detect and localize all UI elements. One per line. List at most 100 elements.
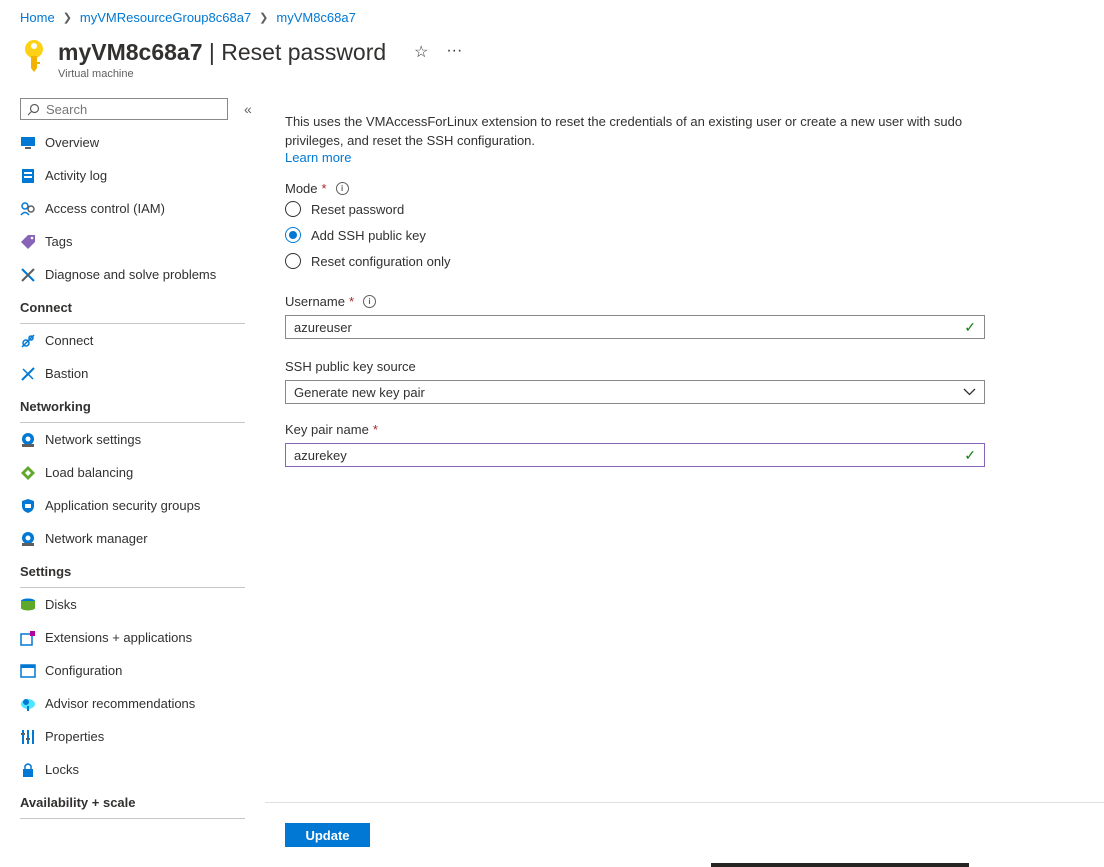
monitor-icon (20, 135, 36, 151)
mode-option-add-ssh-key[interactable]: Add SSH public key (285, 222, 985, 248)
info-icon[interactable]: i (335, 182, 349, 195)
sidebar-item-network-manager[interactable]: Network manager (20, 522, 245, 555)
page-title: myVM8c68a7 | Reset password (58, 38, 386, 66)
load-balancer-icon (20, 465, 36, 481)
sidebar: « Overview Activity log Access control (… (20, 98, 252, 819)
radio-label: Add SSH public key (311, 227, 426, 243)
radio-button[interactable] (285, 201, 301, 217)
sidebar-item-iam[interactable]: Access control (IAM) (20, 192, 245, 225)
sidebar-item-label: Application security groups (45, 498, 201, 513)
keypair-input[interactable] (294, 447, 965, 463)
sidebar-item-label: Locks (45, 762, 79, 777)
username-input[interactable] (294, 319, 965, 335)
more-options-icon[interactable]: ··· (446, 42, 462, 62)
disk-icon (20, 597, 36, 613)
info-icon[interactable]: i (363, 295, 377, 308)
breadcrumb-resource-group[interactable]: myVMResourceGroup8c68a7 (80, 10, 251, 25)
sidebar-item-properties[interactable]: Properties (20, 720, 245, 753)
mode-label-text: Mode (285, 181, 318, 196)
plug-icon (20, 333, 36, 349)
radio-button-selected[interactable] (285, 227, 301, 243)
valid-check-icon: ✓ (964, 318, 976, 335)
advisor-cloud-icon (20, 696, 36, 712)
sidebar-item-locks[interactable]: Locks (20, 753, 245, 786)
sidebar-search[interactable] (20, 98, 228, 120)
network-icon (20, 432, 36, 448)
breadcrumb: Home ❯ myVMResourceGroup8c68a7 ❯ myVM8c6… (20, 10, 356, 25)
username-label-text: Username (285, 294, 345, 309)
keypair-label: Key pair name * (285, 422, 985, 437)
title-separator: | (202, 39, 222, 65)
bastion-icon (20, 366, 36, 382)
page-name: Reset password (221, 39, 387, 65)
page-header: myVM8c68a7 | Reset password Virtual mach… (20, 38, 462, 80)
mode-option-reset-password[interactable]: Reset password (285, 196, 985, 222)
sidebar-item-bastion[interactable]: Bastion (20, 357, 245, 390)
sidebar-item-label: Tags (45, 234, 73, 249)
keypair-label-text: Key pair name (285, 422, 369, 437)
bottom-scrollbar[interactable] (711, 863, 969, 867)
sidebar-item-diagnose[interactable]: Diagnose and solve problems (20, 258, 245, 291)
chevron-right-icon: ❯ (62, 12, 72, 24)
nav-group-settings: Settings (20, 555, 245, 588)
sidebar-item-label: Connect (45, 333, 94, 348)
collapse-sidebar-icon[interactable]: « (244, 101, 252, 117)
sidebar-item-connect[interactable]: Connect (20, 324, 245, 357)
breadcrumb-vm[interactable]: myVM8c68a7 (276, 10, 355, 25)
sidebar-item-advisor[interactable]: Advisor recommendations (20, 687, 245, 720)
sidebar-item-load-balancing[interactable]: Load balancing (20, 456, 245, 489)
radio-button[interactable] (285, 253, 301, 269)
tag-icon (20, 234, 36, 250)
breadcrumb-home[interactable]: Home (20, 10, 55, 25)
radio-label: Reset configuration only (311, 253, 451, 269)
ssh-source-label: SSH public key source (285, 359, 985, 374)
valid-check-icon: ✓ (964, 446, 976, 463)
username-label: Username * i (285, 294, 985, 309)
mode-option-reset-config[interactable]: Reset configuration only (285, 248, 985, 274)
required-marker: * (321, 181, 327, 196)
sidebar-item-label: Advisor recommendations (45, 696, 196, 711)
learn-more-link[interactable]: Learn more (285, 150, 351, 165)
required-marker: * (372, 422, 378, 437)
sidebar-item-label: Overview (45, 135, 100, 150)
sidebar-item-label: Properties (45, 729, 105, 744)
sidebar-item-label: Disks (45, 597, 77, 612)
lock-icon (20, 762, 36, 778)
favorite-star-icon[interactable]: ☆ (414, 42, 428, 62)
sidebar-item-extensions[interactable]: Extensions + applications (20, 621, 245, 654)
activity-log-icon (20, 168, 36, 184)
sidebar-item-label: Network manager (45, 531, 148, 546)
sidebar-item-label: Configuration (45, 663, 123, 678)
extensions-icon (20, 630, 36, 646)
required-marker: * (348, 294, 355, 309)
sidebar-item-label: Extensions + applications (45, 630, 193, 645)
sidebar-item-label: Activity log (45, 168, 108, 183)
sidebar-item-disks[interactable]: Disks (20, 588, 245, 621)
username-field[interactable]: ✓ (285, 315, 985, 339)
sidebar-item-label: Load balancing (45, 465, 134, 480)
footer-divider (265, 802, 1104, 803)
sidebar-item-network-settings[interactable]: Network settings (20, 423, 245, 456)
keypair-field[interactable]: ✓ (285, 443, 985, 467)
network-manager-icon (20, 531, 36, 547)
sidebar-item-label: Diagnose and solve problems (45, 267, 217, 282)
key-icon (25, 40, 43, 72)
nav-group-networking: Networking (20, 390, 245, 423)
sidebar-item-asg[interactable]: Application security groups (20, 489, 245, 522)
sidebar-item-configuration[interactable]: Configuration (20, 654, 245, 687)
ssh-source-value: Generate new key pair (294, 384, 425, 400)
properties-bars-icon (20, 729, 36, 745)
mode-label: Mode * i (285, 181, 985, 196)
update-button[interactable]: Update (285, 823, 370, 847)
nav-group-connect: Connect (20, 291, 245, 324)
sidebar-item-activity-log[interactable]: Activity log (20, 159, 245, 192)
chevron-down-icon (963, 388, 976, 396)
sidebar-item-label: Bastion (45, 366, 89, 381)
sidebar-item-tags[interactable]: Tags (20, 225, 245, 258)
search-input[interactable] (44, 100, 218, 118)
vm-name: myVM8c68a7 (58, 39, 203, 65)
configuration-icon (20, 663, 36, 679)
sidebar-item-overview[interactable]: Overview (20, 126, 245, 159)
search-icon (27, 103, 40, 115)
ssh-source-dropdown[interactable]: Generate new key pair (285, 380, 985, 404)
